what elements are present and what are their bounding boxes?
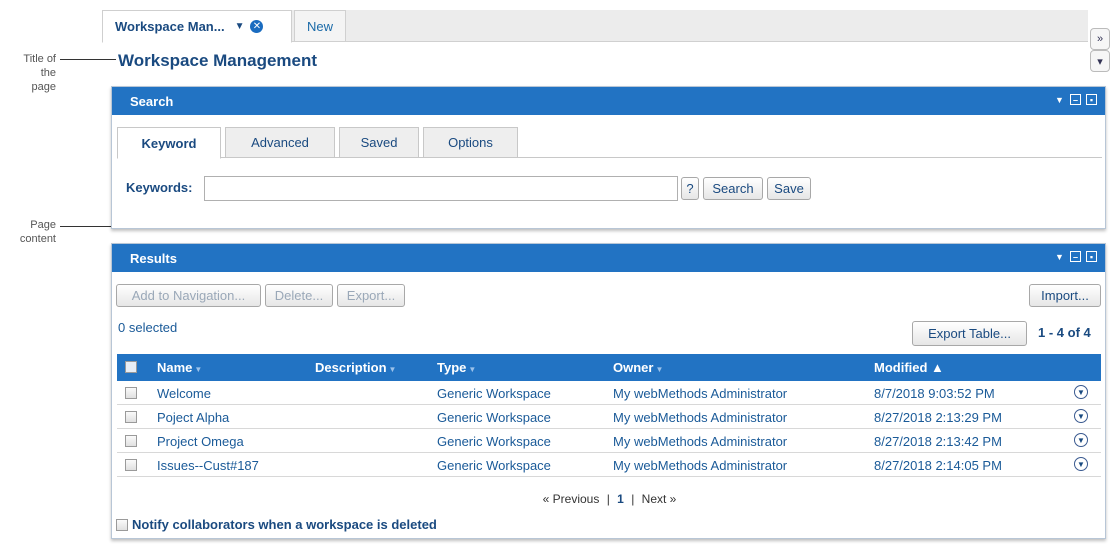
row-checkbox[interactable] (125, 387, 137, 399)
tab-saved[interactable]: Saved (339, 127, 419, 158)
tab-keyword[interactable]: Keyword (117, 127, 221, 159)
collapse-triangle-icon[interactable]: ▼ (1054, 94, 1065, 105)
row-checkbox[interactable] (125, 411, 137, 423)
chevron-down-icon[interactable]: ▼ (235, 21, 245, 32)
cell-owner: My webMethods Administrator (613, 386, 788, 401)
pager-separator: | (631, 492, 635, 506)
search-tabs: Keyword Advanced Saved Options (117, 127, 1102, 159)
cell-modified: 8/27/2018 2:13:42 PM (874, 434, 1002, 449)
row-actions-chevron-icon[interactable]: ▼ (1074, 385, 1088, 399)
cell-type: Generic Workspace (437, 434, 551, 449)
panel-menu-button[interactable]: ▾ (1090, 50, 1110, 72)
table-row[interactable]: Poject Alpha Generic Workspace My webMetho… (117, 405, 1101, 429)
pagination: « Previous | 1 | Next » (112, 492, 1107, 506)
close-icon[interactable]: ✕ (250, 20, 264, 33)
column-description[interactable]: Description ▼ (315, 360, 396, 375)
table-row[interactable]: Welcome Generic Workspace My webMethods Ad… (117, 381, 1101, 405)
tab-label: New (307, 18, 334, 34)
keywords-input[interactable] (204, 176, 678, 201)
callout-title-line1: Title of (23, 53, 56, 65)
previous-link[interactable]: « Previous (543, 492, 600, 506)
selected-count: 0 selected (118, 320, 178, 335)
current-page[interactable]: 1 (617, 492, 624, 506)
search-button[interactable]: Search (703, 177, 763, 200)
panel-title: Results (130, 250, 177, 266)
row-actions-chevron-icon[interactable]: ▼ (1074, 457, 1088, 471)
panel-title: Search (130, 93, 174, 109)
cell-modified: 8/27/2018 2:13:29 PM (874, 410, 1002, 425)
double-chevron-right-icon: » (1096, 33, 1104, 45)
tab-advanced[interactable]: Advanced (225, 127, 335, 158)
tab-new[interactable]: New (294, 10, 346, 42)
column-type[interactable]: Type ▼ (437, 360, 476, 375)
keywords-label: Keywords: (126, 180, 193, 195)
cell-name[interactable]: Issues--Cust#187 (157, 458, 259, 473)
column-modified[interactable]: Modified ▲ (874, 360, 944, 375)
delete-button[interactable]: Delete... (265, 284, 333, 307)
sort-icon: ▼ (655, 365, 664, 374)
callout-title-of-page: Title of the page (14, 52, 56, 94)
cell-type: Generic Workspace (437, 386, 551, 401)
callout-title-leader (60, 59, 116, 60)
help-button[interactable]: ? (681, 177, 699, 200)
callout-content-line1: Page (30, 219, 56, 231)
menu-icon: ▾ (1097, 55, 1103, 68)
search-panel-header: Search ▼ – ▪ (112, 87, 1105, 115)
results-table-header: Name ▼ Description ▼ Type ▼ Owner ▼ Modified… (117, 354, 1101, 381)
row-checkbox[interactable] (125, 435, 137, 447)
cell-name[interactable]: Welcome (157, 386, 211, 401)
sort-icon: ▼ (388, 365, 397, 374)
export-table-button[interactable]: Export Table... (912, 321, 1027, 346)
notify-option[interactable]: Notify collaborators when a workspace is… (116, 517, 437, 532)
column-owner[interactable]: Owner ▼ (613, 360, 663, 375)
cell-name[interactable]: Project Omega (157, 434, 244, 449)
minimize-icon[interactable]: – (1070, 94, 1081, 105)
next-link[interactable]: Next » (642, 492, 677, 506)
tab-strip: Workspace Man... ▼ ✕ New (102, 10, 1088, 43)
table-row[interactable]: Issues--Cust#187 Generic Workspace My webM… (117, 453, 1101, 477)
collapse-triangle-icon[interactable]: ▼ (1054, 251, 1065, 262)
select-all-checkbox[interactable] (125, 361, 137, 373)
maximize-icon[interactable]: ▪ (1086, 94, 1097, 105)
results-panel: Results ▼ – ▪ Add to Navigation... Delet… (111, 243, 1106, 539)
cell-type: Generic Workspace (437, 410, 551, 425)
maximize-icon[interactable]: ▪ (1086, 251, 1097, 262)
save-button[interactable]: Save (767, 177, 811, 200)
row-actions-chevron-icon[interactable]: ▼ (1074, 433, 1088, 447)
minimize-icon[interactable]: – (1070, 251, 1081, 262)
table-row[interactable]: Project Omega Generic Workspace My webMeth… (117, 429, 1101, 453)
notify-label: Notify collaborators when a workspace is… (132, 517, 437, 532)
cell-name[interactable]: Poject Alpha (157, 410, 229, 425)
page-title: Workspace Management (118, 51, 318, 70)
cell-owner: My webMethods Administrator (613, 458, 788, 473)
tab-label: Workspace Man... (115, 19, 225, 34)
add-to-navigation-button[interactable]: Add to Navigation... (116, 284, 261, 307)
panel-controls: ▼ – ▪ (1054, 251, 1097, 262)
tab-workspace-management[interactable]: Workspace Man... ▼ ✕ (102, 10, 292, 43)
export-button[interactable]: Export... (337, 284, 405, 307)
cell-owner: My webMethods Administrator (613, 434, 788, 449)
cell-owner: My webMethods Administrator (613, 410, 788, 425)
callout-content-line2: content (19, 233, 56, 245)
row-actions-chevron-icon[interactable]: ▼ (1074, 409, 1088, 423)
pager-separator: | (606, 492, 610, 506)
panel-controls: ▼ – ▪ (1054, 94, 1097, 105)
tab-options[interactable]: Options (423, 127, 518, 158)
notify-checkbox[interactable] (116, 518, 128, 531)
results-panel-header: Results ▼ – ▪ (112, 244, 1105, 272)
import-button[interactable]: Import... (1029, 284, 1101, 307)
callout-page-content: Page content (14, 218, 56, 246)
expand-panel-button[interactable]: » (1090, 28, 1110, 50)
cell-modified: 8/7/2018 9:03:52 PM (874, 386, 995, 401)
callout-title-line2: the page (31, 67, 56, 93)
search-panel: Search ▼ – ▪ Keyword Advanced Saved Opti… (111, 86, 1106, 229)
column-name[interactable]: Name ▼ (157, 360, 202, 375)
cell-modified: 8/27/2018 2:14:05 PM (874, 458, 1002, 473)
sort-icon: ▼ (194, 365, 203, 374)
sort-icon: ▼ (468, 365, 477, 374)
results-range: 1 - 4 of 4 (1038, 325, 1091, 340)
row-checkbox[interactable] (125, 459, 137, 471)
cell-type: Generic Workspace (437, 458, 551, 473)
